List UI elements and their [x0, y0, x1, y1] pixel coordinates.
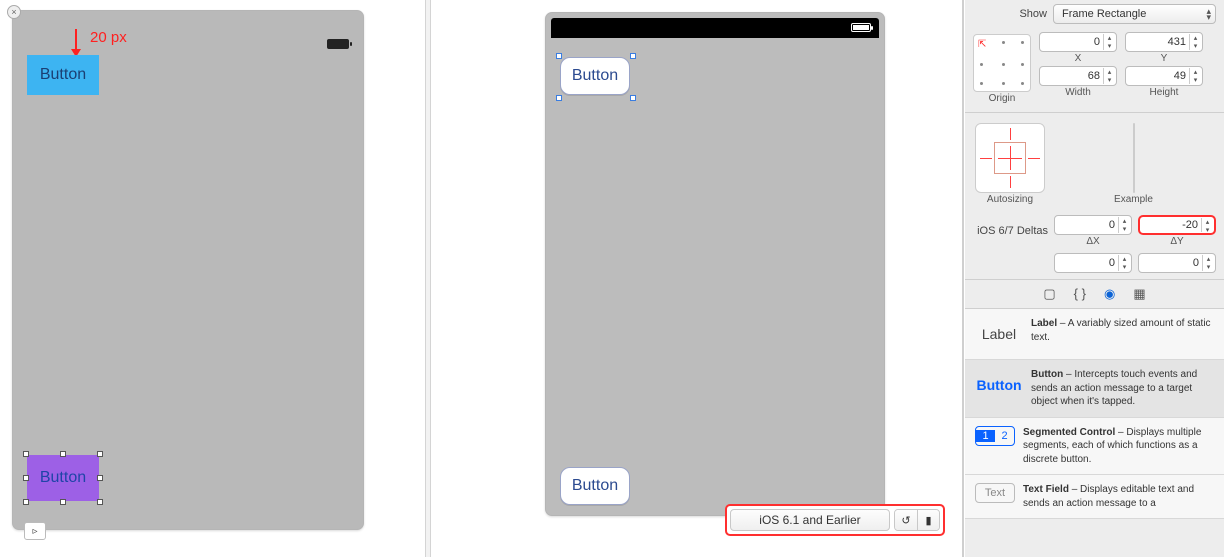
delta-y-label: ΔY: [1170, 236, 1183, 247]
library-item-desc: Text Field – Displays editable text and …: [1023, 483, 1214, 510]
annotation-arrow-icon: [75, 29, 77, 55]
delta-h-field[interactable]: 0▴▾: [1138, 253, 1216, 273]
stepper-icon[interactable]: ▴▾: [1103, 34, 1115, 50]
segue-button[interactable]: ▹: [24, 522, 46, 540]
library-item-desc: Segmented Control – Displays multiple se…: [1023, 426, 1214, 467]
selection-handle[interactable]: [556, 95, 562, 101]
canvas-ios7[interactable]: × 20 px Button Button: [12, 10, 364, 530]
stepper-icon[interactable]: ▴▾: [1118, 217, 1130, 233]
button-blue[interactable]: Button: [27, 55, 99, 95]
delta-y-field[interactable]: -20▴▾: [1138, 215, 1216, 235]
show-label: Show: [973, 8, 1047, 20]
selection-handle[interactable]: [630, 53, 636, 59]
y-label: Y: [1161, 53, 1168, 64]
canvas-ios6[interactable]: Button Button: [545, 12, 885, 516]
button-purple[interactable]: Button: [27, 455, 99, 501]
code-snippet-icon[interactable]: { }: [1074, 286, 1086, 302]
show-popup-value: Frame Rectangle: [1062, 8, 1146, 20]
selection-handle[interactable]: [630, 95, 636, 101]
button-thumb: Button: [975, 368, 1023, 402]
library-item-segmented[interactable]: 12 Segmented Control – Displays multiple…: [965, 418, 1224, 476]
selection-handle[interactable]: [60, 499, 66, 505]
library-item-desc: Label – A variably sized amount of stati…: [1031, 317, 1214, 351]
button-ios6-top-selected[interactable]: Button: [560, 57, 632, 97]
deltas-label: iOS 6/7 Deltas: [973, 225, 1048, 237]
origin-picker[interactable]: ⇱: [973, 34, 1031, 92]
height-field[interactable]: 49▴▾: [1125, 66, 1203, 86]
selection-handle[interactable]: [97, 499, 103, 505]
ios-version-popup[interactable]: iOS 6.1 and Earlier: [730, 509, 890, 531]
label-thumb: Label: [975, 317, 1023, 351]
selection-handle[interactable]: [97, 475, 103, 481]
selection-handle[interactable]: [60, 451, 66, 457]
close-icon[interactable]: ×: [7, 5, 21, 19]
textfield-thumb: Text: [975, 483, 1015, 503]
selection-handle[interactable]: [23, 499, 29, 505]
library-toolbar: ▢ { } ◉ ▦: [965, 279, 1224, 309]
status-bar: [551, 18, 879, 38]
segmented-thumb: 12: [975, 426, 1015, 446]
height-label: Height: [1150, 87, 1179, 98]
selection-handle[interactable]: [97, 451, 103, 457]
origin-label: Origin: [989, 93, 1016, 104]
inspector-panel: Show Frame Rectangle ▴▾ ⇱ Origin 0▴▾ X: [965, 0, 1224, 557]
button-purple-selected[interactable]: Button: [27, 455, 99, 501]
autosizing-example: [1133, 123, 1135, 193]
stepper-icon[interactable]: ▴▾: [1103, 68, 1115, 84]
width-label: Width: [1065, 87, 1091, 98]
battery-icon: [327, 39, 349, 49]
button-ios6-top[interactable]: Button: [560, 57, 630, 95]
selection-handle[interactable]: [23, 475, 29, 481]
panel-divider[interactable]: [425, 0, 431, 557]
orientation-segmented[interactable]: ↺ ▮: [894, 509, 940, 531]
stepper-icon[interactable]: ▴▾: [1189, 68, 1201, 84]
device-icon[interactable]: ▮: [917, 510, 939, 530]
annotation-px-label: 20 px: [90, 29, 127, 46]
button-ios6-bottom[interactable]: Button: [560, 467, 630, 505]
stepper-icon[interactable]: ▴▾: [1201, 218, 1213, 232]
origin-arrow-icon: ⇱: [978, 39, 986, 50]
library-item-desc: Button – Intercepts touch events and sen…: [1031, 368, 1214, 409]
x-label: X: [1075, 53, 1082, 64]
stepper-icon[interactable]: ▴▾: [1189, 34, 1201, 50]
rotate-icon[interactable]: ↺: [895, 510, 917, 530]
delta-x-field[interactable]: 0▴▾: [1054, 215, 1132, 235]
width-field[interactable]: 68▴▾: [1039, 66, 1117, 86]
y-field[interactable]: 431▴▾: [1125, 32, 1203, 52]
delta-w-field[interactable]: 0▴▾: [1054, 253, 1132, 273]
media-library-icon[interactable]: ▦: [1133, 286, 1145, 302]
selection-handle[interactable]: [556, 53, 562, 59]
library-item-label[interactable]: Label Label – A variably sized amount of…: [965, 309, 1224, 360]
autosizing-label: Autosizing: [987, 194, 1033, 205]
file-template-icon[interactable]: ▢: [1043, 286, 1055, 302]
autosizing-control[interactable]: [975, 123, 1045, 193]
library-item-textfield[interactable]: Text Text Field – Displays editable text…: [965, 475, 1224, 519]
preview-version-bar: iOS 6.1 and Earlier ↺ ▮: [725, 504, 945, 536]
show-popup[interactable]: Frame Rectangle ▴▾: [1053, 4, 1216, 24]
chevron-updown-icon: ▴▾: [1206, 8, 1211, 20]
delta-x-label: ΔX: [1086, 236, 1099, 247]
stepper-icon[interactable]: ▴▾: [1202, 255, 1214, 271]
selection-handle[interactable]: [23, 451, 29, 457]
library-item-button[interactable]: Button Button – Intercepts touch events …: [965, 360, 1224, 418]
stepper-icon[interactable]: ▴▾: [1118, 255, 1130, 271]
battery-icon: [851, 23, 871, 32]
inspector-divider[interactable]: [962, 0, 964, 557]
x-field[interactable]: 0▴▾: [1039, 32, 1117, 52]
object-library-icon[interactable]: ◉: [1104, 286, 1115, 302]
example-label: Example: [1114, 194, 1153, 205]
